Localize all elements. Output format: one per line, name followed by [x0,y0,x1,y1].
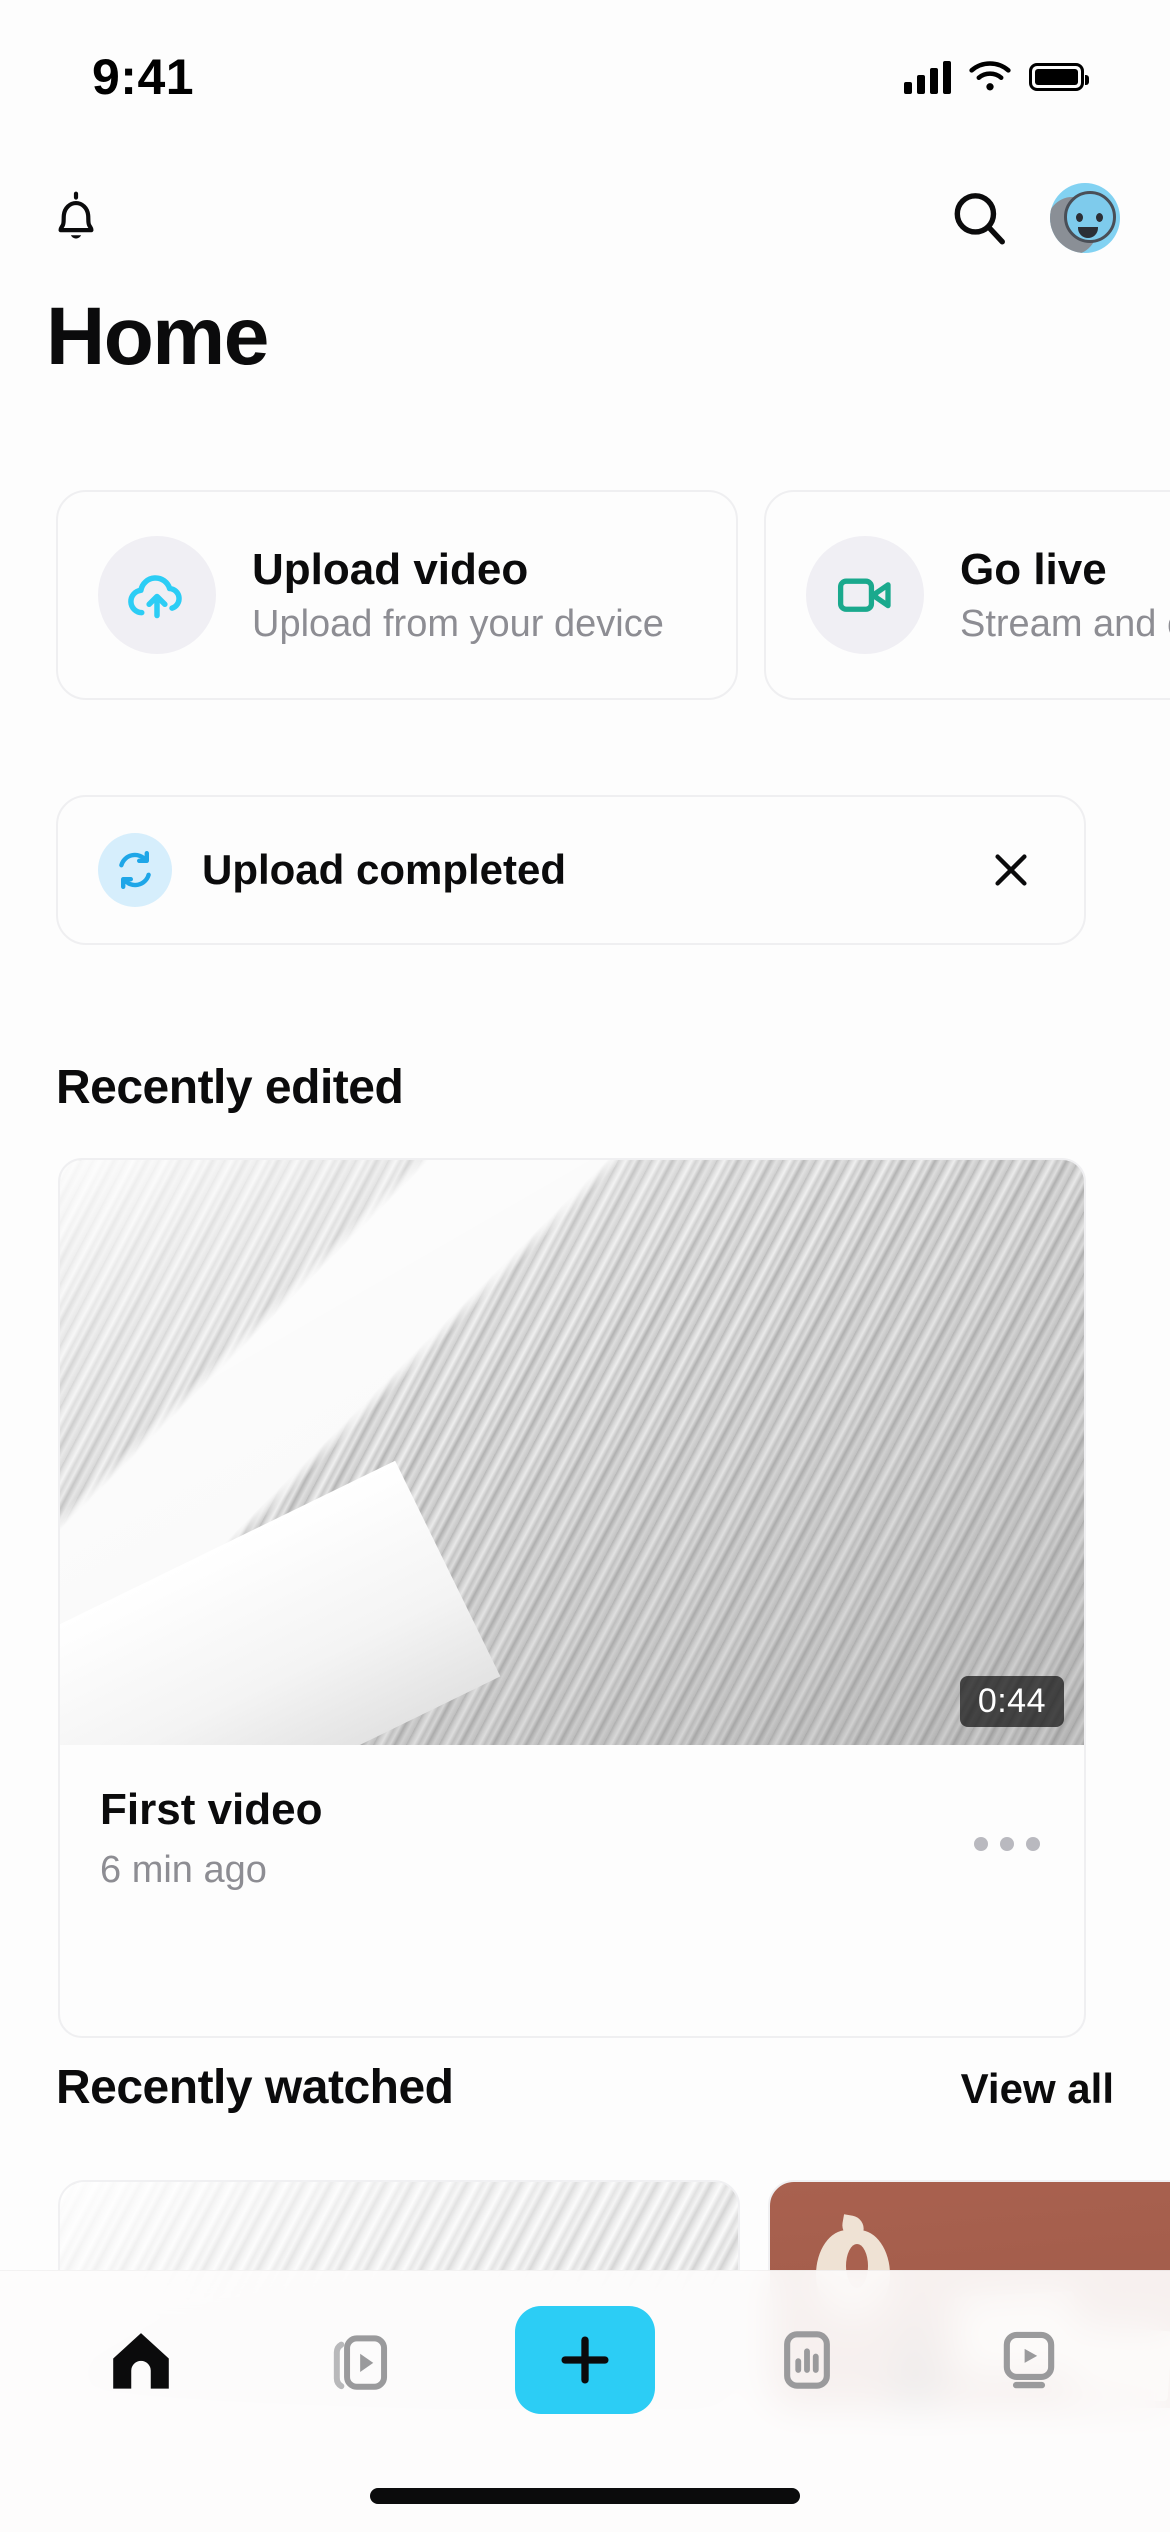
banner-text: Upload completed [202,846,567,893]
video-meta: First video 6 min ago [60,1745,1084,1892]
recently-watched-header: Recently watched View all [56,2060,1114,2115]
video-thumbnail[interactable]: 0:44 [60,1160,1084,1745]
wifi-icon [969,61,1011,91]
search-icon[interactable] [948,187,1010,249]
top-bar-actions [948,183,1120,253]
status-time: 9:41 [92,49,195,105]
avatar[interactable] [1050,183,1120,253]
bell-icon[interactable] [48,187,104,249]
recently-edited-title: Recently edited [56,1061,404,1114]
bar-chart-icon [784,2331,830,2389]
go-live-text: Go live Stream and chat [960,545,1170,646]
nav-item-create[interactable] [515,2305,655,2415]
cloud-upload-icon [98,536,216,654]
nav-item-library[interactable] [293,2305,433,2415]
upload-video-text: Upload video Upload from your device [252,545,664,646]
video-library-icon [333,2335,388,2390]
status-bar: 9:41 [0,0,1170,140]
video-duration-badge: 0:44 [959,1676,1064,1727]
video-meta-text: First video 6 min ago [100,1785,974,1892]
tv-icon [1003,2331,1055,2389]
quick-action-cards: Upload video Upload from your device Go … [0,490,1170,700]
app-screen: 9:41 Home Upload video Upload from your … [0,0,1170,2532]
recently-edited-header: Recently edited [56,1060,1114,1115]
video-camera-icon [806,536,924,654]
status-indicators [904,60,1089,94]
upload-video-subtitle: Upload from your device [252,602,664,645]
home-indicator [370,2488,800,2504]
video-title: First video [100,1785,323,1834]
go-live-title: Go live [960,544,1107,594]
close-icon[interactable] [984,843,1038,897]
top-bar [0,168,1170,268]
upload-video-card[interactable]: Upload video Upload from your device [56,490,738,700]
go-live-subtitle: Stream and chat [960,602,1170,645]
nav-item-watch[interactable] [959,2305,1099,2415]
page-title: Home [46,291,269,382]
plus-icon [561,2336,609,2384]
bottom-navigation [0,2270,1170,2532]
recently-watched-title: Recently watched [56,2061,454,2114]
upload-completed-banner: Upload completed [56,795,1086,945]
upload-video-title: Upload video [252,544,529,594]
video-timestamp: 6 min ago [100,1849,267,1891]
create-button[interactable] [515,2306,655,2414]
home-icon [113,2333,169,2389]
go-live-card[interactable]: Go live Stream and chat [764,490,1170,700]
nav-item-analytics[interactable] [737,2305,877,2415]
nav-item-home[interactable] [71,2305,211,2415]
view-all-link[interactable]: View all [961,2065,1114,2113]
recently-edited-video-card[interactable]: 0:44 First video 6 min ago [58,1158,1086,2038]
sync-icon [98,833,172,907]
bottom-nav-items [0,2271,1170,2449]
cellular-signal-icon [904,60,951,94]
battery-icon [1029,63,1089,91]
more-options-icon[interactable] [974,1837,1040,1851]
